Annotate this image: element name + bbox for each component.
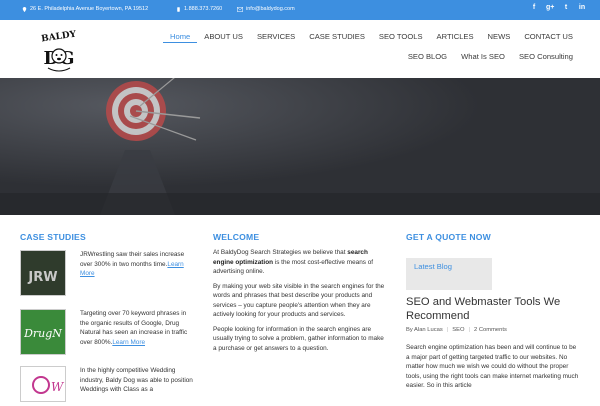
welcome-heading: WELCOME: [213, 232, 260, 242]
case-thumbnail[interactable]: DrugN: [20, 309, 66, 355]
case-thumb-text: JRW: [27, 270, 57, 285]
email-text: info@baldydog.com: [246, 6, 295, 12]
baldydog-logo[interactable]: BALDY DG: [28, 24, 90, 74]
latest-blog-label: Latest Blog: [414, 262, 452, 271]
case-thumb-text: W: [51, 380, 65, 394]
learn-more-link[interactable]: Learn More: [112, 339, 145, 346]
nav-seo-blog[interactable]: SEO BLOG: [401, 51, 454, 62]
post-meta: By Alan Lucas | SEO | 2 Comments: [406, 327, 507, 333]
case-text: In the highly competitive Wedding indust…: [80, 366, 196, 395]
nav-articles[interactable]: ARTICLES: [430, 31, 481, 43]
hero-target-image: [0, 78, 600, 215]
case-item: JRW JRWrestling saw their sales increase…: [20, 250, 196, 298]
phone-text: 1.888.373.7260: [184, 6, 223, 12]
case-item: W In the highly competitive Wedding indu…: [20, 366, 196, 406]
welcome-paragraph: People looking for information in the se…: [213, 325, 384, 352]
quote-blog-section: GET A QUOTE NOW Latest Blog SEO and Webm…: [406, 215, 580, 400]
nav-services[interactable]: SERVICES: [250, 31, 302, 43]
latest-blog-tab[interactable]: Latest Blog: [406, 258, 492, 290]
welcome-text: At BaldyDog Search Strategies we believe…: [213, 248, 385, 358]
address-text: 26 E. Philadelphia Avenue Boyertown, PA …: [30, 6, 149, 12]
case-text: Targeting over 70 keyword phrases in the…: [80, 309, 196, 347]
phone-icon: [177, 6, 180, 12]
logo-text-top: BALDY: [41, 30, 78, 45]
nav-contact-us[interactable]: CONTACT US: [517, 31, 580, 43]
site-header: BALDY DG Home ABOUT US SERVICES CASE STU…: [0, 20, 600, 78]
address-info: 26 E. Philadelphia Avenue Boyertown, PA …: [22, 6, 148, 12]
meta-divider: |: [446, 327, 449, 333]
nav-what-is-seo[interactable]: What Is SEO: [454, 51, 512, 62]
case-studies-section: CASE STUDIES JRW JRWrestling saw their s…: [20, 215, 196, 402]
nav-seo-consulting[interactable]: SEO Consulting: [512, 51, 580, 62]
case-thumbnail[interactable]: JRW: [20, 250, 66, 296]
case-thumbnail[interactable]: W: [20, 366, 66, 402]
top-bar: 26 E. Philadelphia Avenue Boyertown, PA …: [0, 0, 600, 20]
location-pin-icon: [22, 6, 27, 12]
facebook-icon[interactable]: f: [530, 4, 538, 11]
nav-news[interactable]: NEWS: [481, 31, 518, 43]
envelope-icon: [237, 6, 243, 12]
meta-divider: |: [468, 327, 471, 333]
google-plus-icon[interactable]: g+: [546, 4, 554, 11]
post-title[interactable]: SEO and Webmaster Tools We Recommend: [406, 295, 580, 323]
nav-seo-tools[interactable]: SEO TOOLS: [372, 31, 430, 43]
nav-case-studies[interactable]: CASE STUDIES: [302, 31, 372, 43]
linkedin-icon[interactable]: in: [578, 4, 586, 11]
welcome-section: WELCOME At BaldyDog Search Strategies we…: [213, 215, 391, 400]
email-info[interactable]: info@baldydog.com: [237, 6, 295, 12]
phone-info[interactable]: 1.888.373.7260: [176, 6, 222, 12]
social-links: f g+ t in: [530, 4, 586, 11]
case-text: JRWrestling saw their sales increase ove…: [80, 250, 196, 279]
hero-banner: [0, 78, 600, 215]
case-description: In the highly competitive Wedding indust…: [80, 367, 193, 393]
case-thumb-text: DrugN: [23, 327, 62, 340]
nav-home[interactable]: Home: [163, 31, 198, 43]
post-excerpt: Search engine optimization has been and …: [406, 344, 579, 389]
main-nav: Home ABOUT US SERVICES CASE STUDIES SEO …: [163, 31, 580, 43]
secondary-nav: SEO BLOG What Is SEO SEO Consulting: [401, 51, 580, 62]
case-item: DrugN Targeting over 70 keyword phrases …: [20, 309, 196, 361]
post-comments[interactable]: 2 Comments: [474, 327, 507, 333]
get-quote-heading[interactable]: GET A QUOTE NOW: [406, 232, 496, 242]
nav-about-us[interactable]: ABOUT US: [197, 31, 250, 43]
twitter-icon[interactable]: t: [562, 4, 570, 11]
post-category[interactable]: SEO: [452, 327, 464, 333]
welcome-paragraph: At BaldyDog Search Strategies we believe…: [213, 249, 374, 275]
welcome-paragraph: By making your web site visible in the s…: [213, 282, 385, 319]
case-studies-heading: CASE STUDIES: [20, 232, 86, 242]
post-author: By Alan Lucas: [406, 327, 443, 333]
